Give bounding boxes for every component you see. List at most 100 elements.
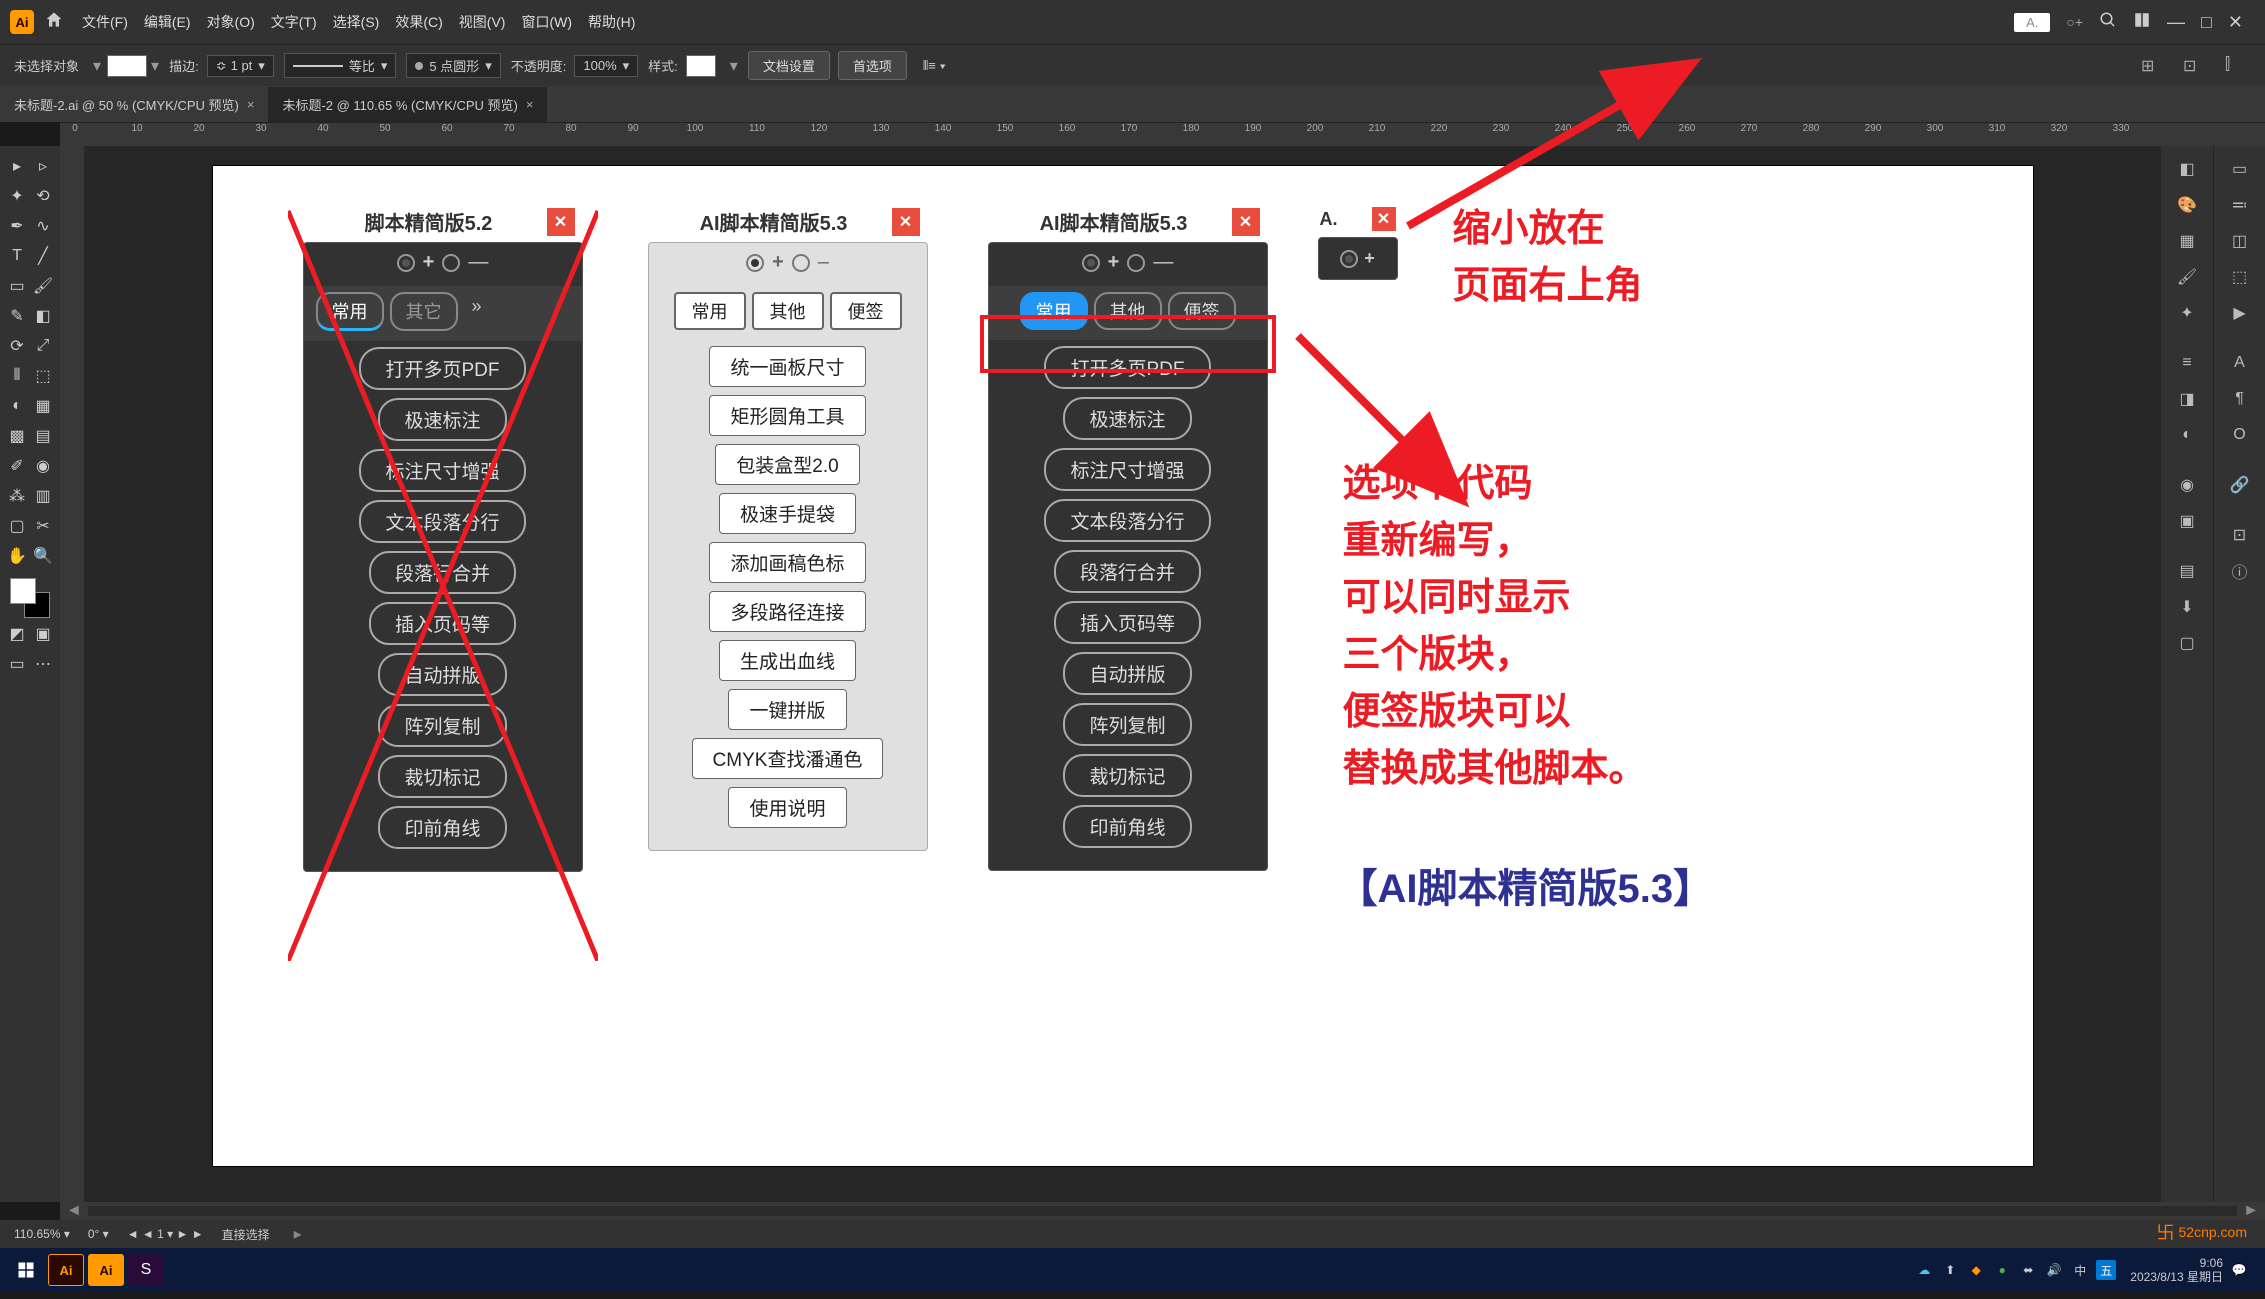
- plugin-button[interactable]: 印前角线: [1063, 805, 1191, 848]
- edit-toolbar[interactable]: ⋯: [30, 650, 56, 678]
- plugin-button[interactable]: 段落行合并: [1054, 550, 1201, 593]
- eraser-tool[interactable]: ◧: [30, 302, 56, 330]
- plugin-button[interactable]: 使用说明: [728, 787, 846, 828]
- tray-icon[interactable]: ⬆: [1940, 1260, 1960, 1280]
- libraries-panel-icon[interactable]: ▭: [2223, 152, 2257, 186]
- window-close[interactable]: ✕: [2228, 12, 2243, 33]
- stroke-weight[interactable]: ≎1 pt▾: [207, 55, 274, 77]
- shaper-tool[interactable]: ✎: [4, 302, 30, 330]
- artboards-panel-icon[interactable]: ▢: [2170, 626, 2204, 660]
- pathfinder-panel-icon[interactable]: ◫: [2223, 224, 2257, 258]
- character-panel-icon[interactable]: A: [2223, 346, 2257, 380]
- chevron-down-icon[interactable]: ▾: [93, 56, 101, 76]
- system-clock[interactable]: 9:06 2023/8/13 星期日: [2130, 1256, 2223, 1285]
- tab-notes[interactable]: 便签: [830, 292, 902, 330]
- close-button[interactable]: ✕: [892, 208, 920, 236]
- plugin-button[interactable]: 段落行合并: [369, 551, 516, 594]
- magic-wand-tool[interactable]: ✦: [4, 182, 30, 210]
- free-transform-tool[interactable]: ⬚: [30, 362, 56, 390]
- plugin-button[interactable]: 矩形圆角工具: [709, 395, 865, 436]
- graphic-style[interactable]: [686, 55, 716, 77]
- hand-tool[interactable]: ✋: [4, 542, 30, 570]
- direct-selection-tool[interactable]: ▹: [30, 152, 56, 180]
- asset-export-panel-icon[interactable]: ⬇: [2170, 590, 2204, 624]
- menu-window[interactable]: 窗口(W): [521, 12, 572, 32]
- notification-icon[interactable]: 💬: [2229, 1260, 2249, 1280]
- canvas-area[interactable]: 脚本精简版5.2 ✕ + — 常用 其它 »: [84, 146, 2161, 1202]
- selection-tool[interactable]: ▸: [4, 152, 30, 180]
- color-mode[interactable]: ◩: [4, 620, 30, 648]
- transparency-panel-icon[interactable]: ◐: [2170, 418, 2204, 452]
- symbols-panel-icon[interactable]: ✦: [2170, 296, 2204, 330]
- window-maximize[interactable]: □: [2201, 12, 2212, 33]
- radio-on[interactable]: [1082, 254, 1100, 272]
- zoom-tool[interactable]: 🔍: [30, 542, 56, 570]
- color-swatches[interactable]: [10, 578, 50, 618]
- pin-icon[interactable]: ⫿: [2225, 56, 2245, 76]
- plugin-button[interactable]: CMYK查找潘通色: [692, 738, 884, 779]
- tab-other[interactable]: 其它: [390, 292, 458, 331]
- artboard-tool[interactable]: ▢: [4, 512, 30, 540]
- artboard-nav[interactable]: ◄ ◄ 1 ▾ ► ►: [127, 1227, 204, 1241]
- paragraph-panel-icon[interactable]: ¶: [2223, 382, 2257, 416]
- tray-icon[interactable]: ◆: [1966, 1260, 1986, 1280]
- graph-tool[interactable]: ▥: [30, 482, 56, 510]
- tab-common[interactable]: 常用: [316, 292, 384, 331]
- curvature-tool[interactable]: ∿: [30, 212, 56, 240]
- chevron-down-icon[interactable]: ▾: [151, 56, 159, 76]
- tray-icon[interactable]: ☁: [1914, 1260, 1934, 1280]
- search-icon[interactable]: [2099, 11, 2117, 34]
- menu-file[interactable]: 文件(F): [82, 12, 128, 32]
- document-setup-button[interactable]: 文档设置: [748, 51, 830, 80]
- preferences-button[interactable]: 首选项: [838, 51, 907, 80]
- doc-tab-1[interactable]: 未标题-2.ai @ 50 % (CMYK/CPU 预览)×: [0, 87, 268, 122]
- pen-tool[interactable]: ✒: [4, 212, 30, 240]
- ime-mode-icon[interactable]: 五: [2096, 1260, 2116, 1280]
- align-icon[interactable]: ⫴≡ ▾: [923, 58, 946, 74]
- rotation[interactable]: 0° ▾: [88, 1227, 109, 1241]
- addon-button[interactable]: ○+: [2066, 14, 2083, 30]
- slice-tool[interactable]: ✂: [30, 512, 56, 540]
- plugin-button[interactable]: 极速标注: [1063, 397, 1191, 440]
- type-tool[interactable]: T: [4, 242, 30, 270]
- tray-icon[interactable]: ⬌: [2018, 1260, 2038, 1280]
- plugin-button[interactable]: 文本段落分行: [359, 500, 525, 543]
- menu-view[interactable]: 视图(V): [459, 12, 506, 32]
- plugin-button[interactable]: 印前角线: [378, 806, 506, 849]
- layers-panel-icon[interactable]: ▤: [2170, 554, 2204, 588]
- mesh-tool[interactable]: ▩: [4, 422, 30, 450]
- ruler-horizontal[interactable]: 0102030405060708090100110120130140150160…: [60, 122, 2265, 146]
- radio-on[interactable]: [397, 254, 415, 272]
- actions-panel-icon[interactable]: ▶: [2223, 296, 2257, 330]
- taskbar-app-illustrator-active[interactable]: Ai: [88, 1254, 124, 1286]
- radio-on[interactable]: [1340, 250, 1358, 268]
- menu-select[interactable]: 选择(S): [333, 12, 380, 32]
- radio-on[interactable]: [746, 254, 764, 272]
- scale-tool[interactable]: ⤢: [30, 332, 56, 360]
- plugin-button[interactable]: 极速标注: [378, 398, 506, 441]
- line-tool[interactable]: ╱: [30, 242, 56, 270]
- close-tab-icon[interactable]: ×: [247, 97, 255, 112]
- plugin-button[interactable]: 阵列复制: [378, 704, 506, 747]
- plugin-button[interactable]: 生成出血线: [719, 640, 856, 681]
- menu-object[interactable]: 对象(O): [207, 12, 255, 32]
- minimized-plugin-dock[interactable]: A.: [2014, 13, 2050, 32]
- opacity-value[interactable]: 100%▾: [574, 55, 638, 77]
- perspective-tool[interactable]: ▦: [30, 392, 56, 420]
- stroke-panel-icon[interactable]: ≡: [2170, 346, 2204, 380]
- chevron-right-icon[interactable]: ▸: [294, 1224, 302, 1244]
- doc-tab-2[interactable]: 未标题-2 @ 110.65 % (CMYK/CPU 预览)×: [268, 87, 547, 122]
- menu-help[interactable]: 帮助(H): [588, 12, 635, 32]
- graphic-styles-panel-icon[interactable]: ▣: [2170, 504, 2204, 538]
- menu-type[interactable]: 文字(T): [271, 12, 317, 32]
- close-button[interactable]: ✕: [1372, 207, 1396, 231]
- ime-icon[interactable]: 中: [2070, 1260, 2090, 1280]
- plugin-button[interactable]: 统一画板尺寸: [709, 346, 865, 387]
- chevron-down-icon[interactable]: ▾: [730, 56, 738, 76]
- lasso-tool[interactable]: ⟲: [30, 182, 56, 210]
- draw-mode[interactable]: ▣: [30, 620, 56, 648]
- color-panel-icon[interactable]: 🎨: [2170, 188, 2204, 222]
- gradient-panel-icon[interactable]: ◨: [2170, 382, 2204, 416]
- plugin-button[interactable]: 自动拼版: [1063, 652, 1191, 695]
- navigator-panel-icon[interactable]: ⊡: [2223, 518, 2257, 552]
